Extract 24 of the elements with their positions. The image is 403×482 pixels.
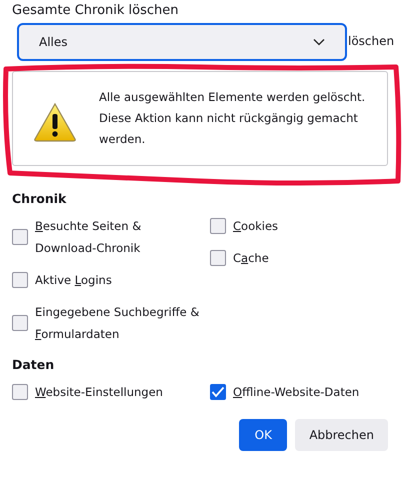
checkbox[interactable]	[210, 250, 226, 266]
checkbox[interactable]	[12, 229, 28, 245]
checkbox-option[interactable]: Cache	[210, 247, 403, 269]
warning-icon	[33, 102, 77, 142]
checkbox-option[interactable]: Besuchte Seiten & Download-Chronik	[12, 215, 210, 259]
time-range-dropdown[interactable]: Alles	[17, 23, 347, 61]
checkbox-option[interactable]: Eingegebene Suchbegriffe & Formulardaten	[12, 301, 210, 345]
checkbox[interactable]	[12, 384, 28, 400]
checkbox[interactable]	[12, 272, 28, 288]
warning-message: Alle ausgewählten Elemente werden gelöscht. Diese Aktion kann nicht rückgängig gemacht werden.	[99, 89, 366, 148]
section-heading: Chronik	[12, 190, 68, 208]
cancel-button[interactable]: Abbrechen	[295, 419, 388, 451]
checkbox-option[interactable]: Offline-Website-Daten	[210, 381, 403, 403]
checkbox[interactable]	[210, 218, 226, 234]
section-heading: Daten	[12, 356, 56, 374]
checkbox[interactable]	[210, 384, 226, 400]
checkbox-option[interactable]: Cookies	[210, 215, 403, 237]
checkbox-option[interactable]: Website-Einstellungen	[12, 381, 210, 403]
checkbox-option[interactable]: Aktive Logins	[12, 269, 210, 291]
dialog-title: Gesamte Chronik löschen	[12, 2, 180, 20]
ok-button[interactable]: OK	[239, 419, 288, 451]
checkbox[interactable]	[12, 315, 28, 331]
chevron-down-icon	[313, 38, 325, 46]
range-label: löschen	[348, 34, 394, 48]
